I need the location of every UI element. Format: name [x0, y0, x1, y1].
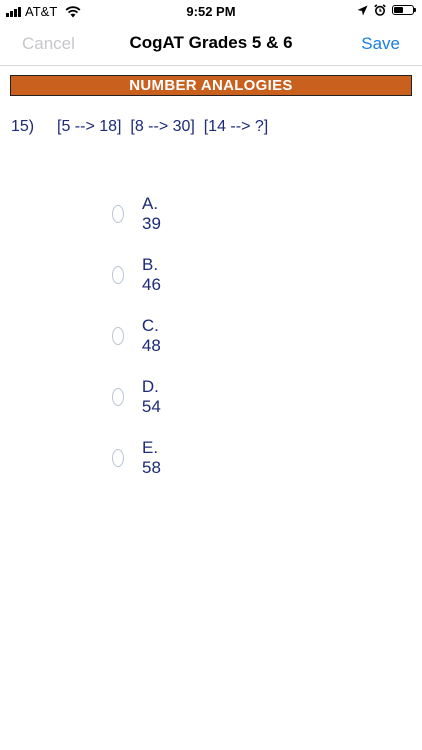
answer-option-label: B. 46 [142, 255, 161, 294]
page-title: CogAT Grades 5 & 6 [129, 33, 293, 52]
location-arrow-icon [357, 5, 368, 15]
radio-button-icon[interactable] [112, 205, 125, 223]
battery-icon [392, 5, 416, 15]
answer-option-label: E. 58 [142, 438, 161, 477]
answer-option-d[interactable]: D. 54 [112, 377, 167, 417]
answer-option-a[interactable]: A. 39 [112, 194, 167, 234]
radio-button-icon[interactable] [112, 266, 125, 284]
radio-button-icon[interactable] [112, 388, 124, 406]
answer-option-e[interactable]: E. 58 [112, 438, 167, 478]
radio-button-icon[interactable] [112, 449, 125, 467]
alarm-icon [374, 4, 386, 16]
answer-option-label: A. 39 [142, 194, 161, 233]
section-banner: NUMBER ANALOGIES [10, 75, 412, 96]
question-text: [5 --> 18] [8 --> 30] [14 --> ?] [57, 118, 269, 135]
save-button[interactable]: Save [361, 34, 400, 54]
answer-option-c[interactable]: C. 48 [112, 316, 167, 356]
answer-option-label: C. 48 [141, 316, 161, 355]
status-right [357, 4, 416, 16]
answer-option-b[interactable]: B. 46 [112, 255, 167, 295]
radio-button-icon[interactable] [112, 327, 124, 345]
question-number: 15) [11, 118, 35, 135]
question: 15) [5 --> 18] [8 --> 30] [14 --> ?] [11, 118, 268, 136]
answer-option-label: D. 54 [141, 377, 161, 416]
status-bar: AT&T 9:52 PM [0, 0, 422, 22]
navigation-bar: Cancel CogAT Grades 5 & 6 Save [0, 22, 422, 66]
